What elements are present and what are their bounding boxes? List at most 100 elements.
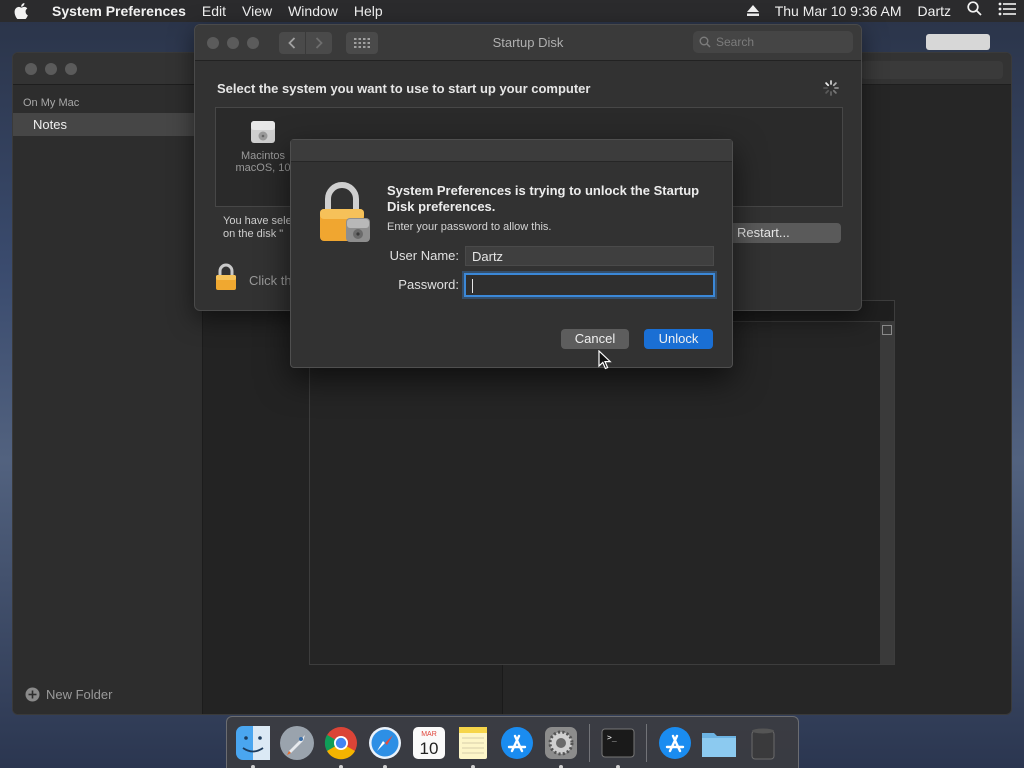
search-placeholder: Search bbox=[716, 35, 755, 49]
rocket-icon bbox=[280, 725, 314, 760]
menubar-user[interactable]: Dartz bbox=[918, 0, 951, 22]
close-button[interactable] bbox=[207, 36, 219, 49]
dock-system-preferences[interactable] bbox=[541, 723, 581, 768]
window-controls bbox=[207, 36, 259, 49]
scrollbar[interactable] bbox=[880, 321, 894, 664]
dock-finder[interactable] bbox=[233, 723, 273, 768]
zoom-button[interactable] bbox=[247, 36, 259, 49]
running-indicator bbox=[339, 764, 343, 768]
back-button[interactable] bbox=[279, 31, 305, 54]
dock-chrome[interactable] bbox=[321, 723, 361, 768]
startup-selection-note: You have sele on the disk " bbox=[223, 215, 292, 241]
password-field[interactable] bbox=[464, 273, 715, 297]
dialog-subtext: Enter your password to allow this. bbox=[387, 221, 552, 233]
menu-edit[interactable]: Edit bbox=[194, 0, 234, 22]
search-icon bbox=[699, 36, 711, 48]
note-editor[interactable] bbox=[310, 321, 880, 664]
disk-name: Macintos bbox=[240, 150, 286, 162]
dock-separator bbox=[646, 723, 647, 762]
running-indicator bbox=[251, 764, 255, 768]
dock-notes[interactable] bbox=[453, 723, 493, 768]
password-label: Password: bbox=[398, 277, 459, 292]
new-folder-label: New Folder bbox=[46, 687, 113, 702]
spinner-icon bbox=[823, 80, 839, 99]
sidebar-section-label: On My Mac bbox=[23, 97, 80, 109]
spotlight-icon[interactable] bbox=[967, 0, 982, 22]
dock-launchpad[interactable] bbox=[277, 723, 317, 763]
forward-button[interactable] bbox=[306, 31, 332, 54]
grid-icon bbox=[354, 37, 370, 48]
running-indicator bbox=[559, 764, 563, 768]
menu-bar: System Preferences Edit View Window Help… bbox=[0, 0, 1024, 22]
minimize-button[interactable] bbox=[227, 36, 239, 49]
lock-icon[interactable] bbox=[215, 263, 237, 294]
notes-window-controls bbox=[25, 62, 77, 75]
minimize-button[interactable] bbox=[45, 62, 57, 75]
notes-search-field[interactable] bbox=[861, 61, 1003, 79]
dock-downloads[interactable] bbox=[655, 723, 695, 763]
mouse-pointer-icon bbox=[598, 349, 612, 373]
chevron-left-icon bbox=[288, 36, 296, 49]
plus-circle-icon bbox=[25, 687, 40, 702]
scroll-button[interactable] bbox=[882, 325, 892, 335]
auth-dialog: System Preferences is trying to unlock t… bbox=[290, 139, 733, 368]
menu-window[interactable]: Window bbox=[280, 0, 346, 22]
desktop-drive-icon[interactable] bbox=[926, 34, 990, 50]
chrome-icon bbox=[324, 726, 357, 759]
gear-icon bbox=[545, 726, 577, 759]
zoom-button[interactable] bbox=[65, 62, 77, 75]
lock-hint-text: Click th bbox=[249, 273, 292, 288]
calendar-day: 10 bbox=[420, 739, 439, 758]
note-line-2: on the disk " bbox=[223, 228, 284, 240]
dock-app-store[interactable] bbox=[497, 723, 537, 763]
menubar-datetime[interactable]: Thu Mar 10 9:36 AM bbox=[775, 0, 902, 22]
search-field[interactable]: Search bbox=[693, 31, 853, 53]
cancel-button[interactable]: Cancel bbox=[561, 329, 629, 349]
trash-icon bbox=[751, 728, 775, 759]
dock-documents[interactable] bbox=[699, 723, 739, 763]
restart-button[interactable]: Restart... bbox=[729, 223, 841, 243]
menu-help[interactable]: Help bbox=[346, 0, 391, 22]
close-button[interactable] bbox=[25, 62, 37, 75]
disk-macintosh-hd[interactable]: Macintos macOS, 10 bbox=[228, 116, 298, 174]
terminal-icon: >_ bbox=[601, 728, 635, 757]
notes-sidebar: On My Mac Notes New Folder bbox=[13, 85, 203, 714]
dock-trash[interactable] bbox=[743, 723, 783, 763]
dock-terminal[interactable]: >_ bbox=[598, 723, 638, 768]
dialog-titlebar bbox=[291, 140, 732, 162]
downloads-stack-icon bbox=[659, 726, 691, 759]
text-caret bbox=[472, 278, 473, 293]
unlock-button[interactable]: Unlock bbox=[644, 329, 713, 349]
dock: MAR 10 >_ bbox=[226, 716, 799, 768]
svg-text:>_: >_ bbox=[607, 733, 617, 742]
control-strip-icon[interactable] bbox=[998, 0, 1016, 22]
compass-icon bbox=[369, 726, 401, 759]
apple-icon[interactable] bbox=[14, 3, 40, 19]
eject-icon[interactable] bbox=[746, 0, 759, 22]
note-line-1: You have sele bbox=[223, 215, 292, 227]
finder-icon bbox=[236, 725, 270, 760]
calendar-month: MAR bbox=[421, 731, 437, 738]
username-label: User Name: bbox=[389, 248, 459, 263]
hard-drive-icon bbox=[228, 116, 298, 146]
new-folder-button[interactable]: New Folder bbox=[25, 687, 112, 702]
username-field[interactable]: Dartz bbox=[465, 246, 714, 266]
startup-disk-titlebar: Startup Disk Search bbox=[195, 25, 861, 61]
show-all-button[interactable] bbox=[346, 31, 378, 54]
startup-heading: Select the system you want to use to sta… bbox=[217, 81, 591, 96]
dock-safari[interactable] bbox=[365, 723, 405, 768]
nav-buttons bbox=[279, 31, 332, 54]
dialog-message: System Preferences is trying to unlock t… bbox=[387, 183, 700, 214]
notes-icon bbox=[459, 726, 487, 759]
running-indicator bbox=[471, 764, 475, 768]
disk-os: macOS, 10 bbox=[235, 162, 291, 174]
folder-icon bbox=[702, 732, 736, 757]
sidebar-item-notes[interactable]: Notes bbox=[13, 113, 202, 136]
app-store-icon bbox=[501, 726, 533, 759]
running-indicator bbox=[383, 764, 387, 768]
calendar-icon: MAR 10 bbox=[413, 726, 445, 759]
dock-calendar[interactable]: MAR 10 bbox=[409, 723, 449, 763]
menu-view[interactable]: View bbox=[234, 0, 280, 22]
chevron-right-icon bbox=[315, 36, 323, 49]
menu-app-name[interactable]: System Preferences bbox=[40, 0, 194, 22]
